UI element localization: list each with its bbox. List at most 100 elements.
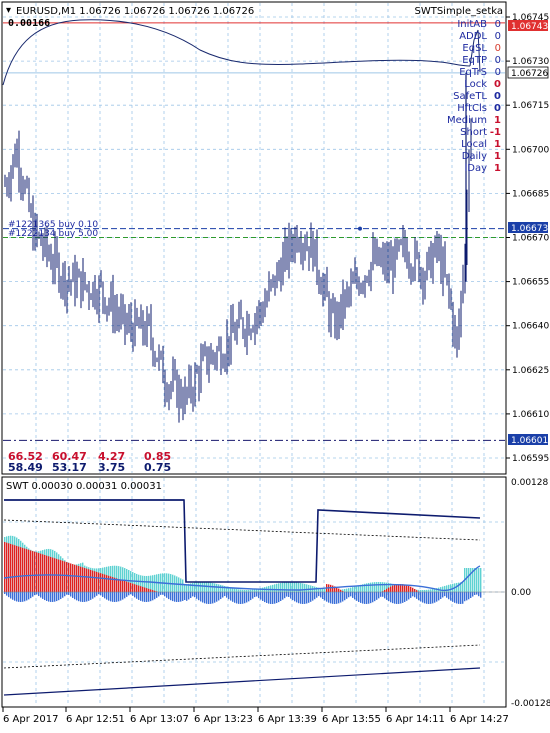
hist-bar-down [102, 592, 103, 597]
hist-bar-red [36, 552, 37, 592]
hist-bar-down [90, 592, 91, 600]
hist-bar-down [368, 592, 369, 604]
hist-bar-down [358, 592, 359, 602]
hist-bar-down [374, 592, 375, 601]
hist-bar-up [376, 582, 377, 592]
hist-bar-red [136, 585, 137, 592]
hist-bar-down [440, 592, 441, 599]
hist-bar-up [356, 586, 357, 592]
sub-axis-label: -0.00128 [511, 699, 550, 709]
hist-bar-down [202, 592, 203, 603]
stat-value: 3.75 [98, 461, 125, 474]
info-row-label: EqTP [462, 55, 487, 66]
hist-bar-down [444, 592, 445, 596]
hist-bar-down [410, 592, 411, 598]
price-tick-label: 1.06655 [512, 278, 549, 288]
hist-bar-down [66, 592, 67, 595]
hist-bar-red [116, 578, 117, 592]
hist-bar-down [232, 592, 233, 602]
chart-dropdown-icon[interactable]: ▾ [6, 5, 11, 16]
current-price-text: 1.06726 [511, 69, 548, 79]
hist-bar-down [292, 592, 293, 600]
hist-bar-up [420, 590, 421, 592]
hist-bar-down [144, 592, 145, 602]
hist-bar-down [476, 592, 477, 595]
hist-bar-red [134, 584, 135, 592]
hist-bar-red [26, 549, 27, 592]
hist-bar-down [338, 592, 339, 603]
hist-bar-red [34, 552, 35, 592]
hist-bar-down [154, 592, 155, 599]
hist-bar-down [44, 592, 45, 600]
hist-bar-red [70, 563, 71, 592]
hist-bar-up [422, 590, 423, 592]
hist-bar-up [276, 584, 277, 592]
swt-indicator-title: SWT 0.00030 0.00031 0.00031 [6, 481, 162, 492]
info-row-value: 1 [494, 115, 501, 126]
hist-bar-down [162, 592, 163, 595]
hist-bar-down [14, 592, 15, 601]
hist-bar-down [242, 592, 243, 604]
hist-bar-red [94, 571, 95, 592]
hist-bar-down [220, 592, 221, 599]
hist-bar-down [214, 592, 215, 603]
hist-bar-down [120, 592, 121, 601]
hist-bar-down [260, 592, 261, 600]
hist-bar-up [242, 590, 243, 592]
info-row-label: Medium [447, 115, 487, 126]
hist-bar-down [62, 592, 63, 598]
hist-bar-down [168, 592, 169, 599]
hist-bar-down [52, 592, 53, 602]
hist-bar-down [420, 592, 421, 602]
hist-bar-down [82, 592, 83, 602]
chart-canvas[interactable]: ▾ EURUSD,M1 1.06726 1.06726 1.06726 1.06… [0, 0, 550, 730]
mt4-chart-window[interactable]: ▾ EURUSD,M1 1.06726 1.06726 1.06726 1.06… [0, 0, 550, 730]
hist-bar-down [42, 592, 43, 599]
bottom-level-price-text: 1.06601 [511, 436, 548, 446]
hist-bar-up [240, 590, 241, 592]
hist-bar-down [252, 592, 253, 599]
hist-bar-up [154, 575, 155, 592]
hist-bar-down [206, 592, 207, 604]
hist-bar-down [266, 592, 267, 603]
hist-bar-red [88, 569, 89, 592]
hist-bar-down [288, 592, 289, 597]
hist-bar-up [284, 582, 285, 592]
hist-bar-red [22, 548, 23, 592]
hist-bar-down [128, 592, 129, 595]
hist-bar-down [304, 592, 305, 604]
hist-bar-down [258, 592, 259, 598]
hist-bar-down [426, 592, 427, 604]
hist-bar-up [270, 585, 271, 592]
hist-bar-up [382, 582, 383, 592]
hist-bar-up [374, 582, 375, 592]
info-row-value: 0 [494, 79, 501, 90]
hist-bar-down [270, 592, 271, 604]
hist-bar-up [212, 583, 213, 592]
hist-bar-red [32, 551, 33, 592]
hist-bar-red [128, 582, 129, 592]
hist-bar-down [332, 592, 333, 604]
price-tick-label: 1.06595 [512, 454, 549, 464]
hist-bar-up [198, 582, 199, 592]
stat-value: 53.17 [52, 461, 87, 474]
hist-bar-down [294, 592, 295, 601]
hist-bar-down [456, 592, 457, 604]
hist-bar-down [272, 592, 273, 604]
info-row-label: lDay [464, 163, 487, 174]
hist-bar-down [448, 592, 449, 599]
price-tick-label: 1.06730 [512, 57, 549, 67]
hist-bar-red [340, 590, 341, 592]
hist-bar-red [122, 580, 123, 592]
hist-bar-down [92, 592, 93, 599]
hist-bar-down [458, 592, 459, 604]
hist-bar-red [12, 545, 13, 592]
hist-bar-up [428, 590, 429, 592]
hist-bar-up [476, 568, 477, 592]
hist-bar-red [18, 547, 19, 592]
hist-bar-down [276, 592, 277, 603]
hist-bar-down [248, 592, 249, 601]
hist-bar-down [470, 592, 471, 598]
price-tick-label: 1.06625 [512, 366, 549, 376]
time-tick-label: 6 Apr 2017 [3, 714, 58, 725]
